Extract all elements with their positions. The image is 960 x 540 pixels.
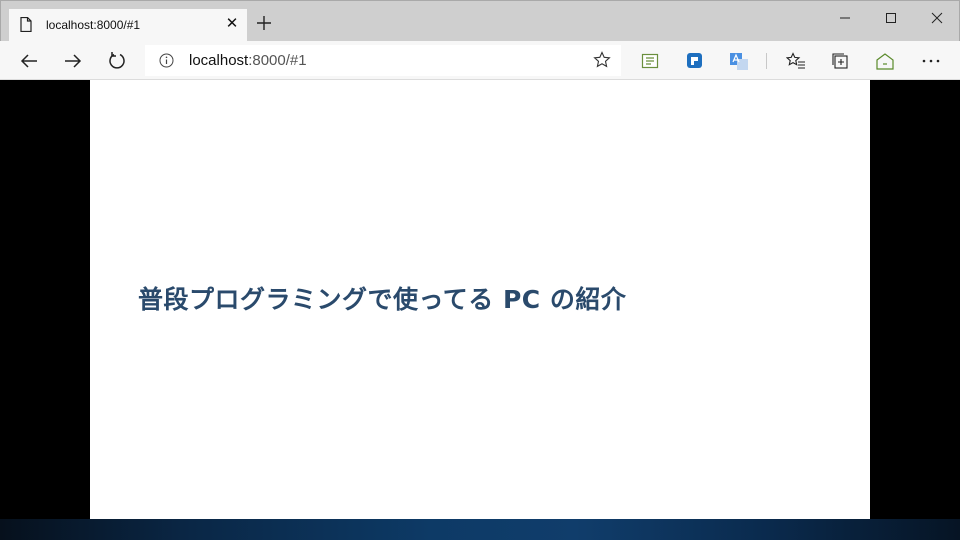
translate-icon[interactable]	[728, 50, 750, 72]
slide: 普段プログラミングで使ってる PC の紹介	[90, 80, 870, 519]
more-icon[interactable]	[920, 50, 942, 72]
extension-icon[interactable]	[684, 50, 706, 72]
page-icon	[20, 17, 32, 32]
close-icon[interactable]: ✕	[224, 16, 240, 32]
maximize-icon[interactable]	[868, 3, 914, 33]
url-text: localhost:8000/#1	[189, 52, 307, 69]
back-icon[interactable]	[18, 50, 40, 72]
star-icon[interactable]	[593, 51, 611, 69]
forward-icon[interactable]	[62, 50, 84, 72]
browser-window: localhost:8000/#1 ✕ localhost:8000/#1 普段…	[0, 0, 960, 519]
slide-title: 普段プログラミングで使ってる PC の紹介	[138, 285, 627, 314]
toolbar: localhost:8000/#1 6	[0, 41, 960, 115]
desktop-strip	[0, 519, 960, 540]
url-path: :8000/#1	[248, 52, 307, 69]
url-host: localhost	[189, 52, 249, 69]
info-icon[interactable]	[159, 53, 174, 68]
tab-strip: localhost:8000/#1 ✕	[0, 0, 960, 42]
home-icon[interactable]	[874, 50, 896, 72]
collections-icon[interactable]	[829, 50, 851, 72]
favorites-icon[interactable]	[785, 50, 807, 72]
plus-icon[interactable]	[255, 14, 273, 32]
tab-title: localhost:8000/#1	[46, 18, 141, 32]
window-close-icon[interactable]	[914, 3, 960, 33]
tab-active[interactable]: localhost:8000/#1 ✕	[9, 9, 247, 42]
toolbar-separator	[766, 53, 767, 69]
address-bar[interactable]: localhost:8000/#1	[145, 45, 621, 76]
extension-icon[interactable]	[639, 50, 661, 72]
minimize-icon[interactable]	[822, 3, 868, 33]
refresh-icon[interactable]	[106, 50, 128, 72]
